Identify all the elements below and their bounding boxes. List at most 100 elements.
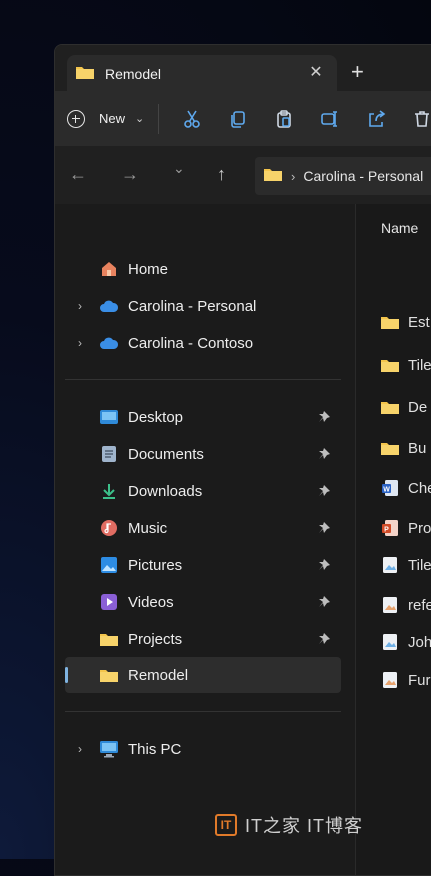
breadcrumb[interactable]: Carolina - Personal (303, 168, 423, 184)
tab-strip: Remodel ✕ + (55, 45, 431, 93)
share-icon[interactable] (363, 106, 389, 132)
sidebar-item-desktop[interactable]: Desktop (65, 399, 341, 435)
desktop-icon (99, 407, 119, 427)
watermark-text: IT之家 IT博客 (245, 816, 363, 836)
back-button[interactable]: ← (69, 164, 87, 185)
folder-icon (75, 64, 95, 85)
navigation-bar: ← → ⌄ ↑ › Carolina - Personal (55, 146, 431, 204)
sidebar-item-videos[interactable]: Videos (65, 584, 341, 620)
pin-icon[interactable] (316, 594, 332, 610)
home-icon (99, 259, 119, 279)
list-item[interactable]: Est (380, 304, 430, 340)
file-explorer-window: Remodel ✕ + New ⌄ ← → ⌄ ↑ › Carolina - P… (54, 44, 431, 876)
rename-icon[interactable] (317, 106, 343, 132)
pin-icon[interactable] (316, 483, 332, 499)
image-file-icon (380, 670, 400, 690)
new-button[interactable]: New ⌄ (67, 101, 144, 137)
sidebar-item-label: Home (128, 260, 169, 278)
image-file-icon (380, 555, 400, 575)
file-name: Pro (408, 519, 431, 537)
sidebar-item-this-pc[interactable]: › This PC (65, 731, 341, 767)
image-file-icon (380, 632, 400, 652)
new-button-label: New (99, 111, 126, 126)
folder-icon (99, 629, 119, 649)
new-tab-button[interactable]: + (351, 61, 364, 83)
sidebar-item-label: Music (128, 519, 168, 537)
powerpoint-icon: P (380, 518, 400, 538)
pin-icon[interactable] (316, 409, 332, 425)
tab-remodel[interactable]: Remodel ✕ (67, 55, 337, 93)
sidebar-item-label: Videos (128, 593, 174, 611)
forward-button[interactable]: → (121, 164, 139, 185)
sidebar-item-carolina-contoso[interactable]: › Carolina - Contoso (65, 325, 341, 361)
breadcrumb-chevron-icon: › (291, 168, 296, 184)
pin-icon[interactable] (316, 557, 332, 573)
folder-icon (263, 166, 283, 187)
folder-icon (380, 397, 400, 417)
address-bar[interactable]: › Carolina - Personal (255, 157, 431, 195)
chevron-down-icon: ⌄ (135, 113, 145, 125)
list-item[interactable]: Joh (380, 624, 431, 660)
sidebar-item-label: Documents (128, 445, 204, 463)
list-item[interactable]: Tile (380, 347, 431, 383)
videos-icon (99, 592, 119, 612)
sidebar-item-label: Desktop (128, 408, 184, 426)
pin-icon[interactable] (316, 520, 332, 536)
folder-icon (380, 312, 400, 332)
sidebar-item-label: Carolina - Personal (128, 297, 257, 315)
copy-icon[interactable] (225, 106, 251, 132)
list-item[interactable]: De (380, 389, 427, 425)
svg-text:W: W (383, 486, 390, 493)
file-name: refe (408, 596, 431, 614)
pin-icon[interactable] (316, 631, 332, 647)
delete-icon[interactable] (409, 106, 431, 132)
sidebar-item-label: This PC (128, 740, 182, 758)
chevron-right-icon[interactable]: › (78, 299, 82, 313)
documents-icon (99, 444, 119, 464)
download-icon (99, 481, 119, 501)
command-bar: New ⌄ (55, 91, 431, 146)
folder-icon (380, 355, 400, 375)
paste-icon[interactable] (271, 106, 297, 132)
plus-circle-icon (67, 109, 85, 128)
up-button[interactable]: ↑ (217, 164, 226, 185)
file-name: De (408, 398, 428, 416)
file-name: Tile (408, 356, 431, 374)
chevron-right-icon[interactable]: › (78, 742, 82, 756)
pin-icon[interactable] (316, 446, 332, 462)
list-item[interactable]: refe (380, 587, 431, 623)
folder-icon (99, 665, 119, 685)
cut-icon[interactable] (179, 106, 205, 132)
computer-icon (99, 739, 119, 759)
file-name: Est (408, 313, 430, 331)
list-item[interactable]: Tile (380, 547, 431, 583)
recent-locations-button[interactable]: ⌄ (173, 160, 185, 177)
watermark-logo-icon: IT (215, 814, 237, 836)
cloud-icon (99, 296, 119, 316)
music-icon (99, 518, 119, 538)
sidebar-item-downloads[interactable]: Downloads (65, 473, 341, 509)
sidebar-item-projects[interactable]: Projects (65, 621, 341, 657)
sidebar-item-remodel[interactable]: Remodel (65, 657, 341, 693)
sidebar-item-label: Downloads (128, 482, 203, 500)
list-item[interactable]: Bu (380, 430, 426, 466)
file-name: Bu (408, 439, 427, 457)
column-header-name[interactable]: Name (381, 220, 418, 236)
sidebar-item-home[interactable]: Home (65, 251, 341, 287)
svg-text:P: P (384, 526, 389, 533)
navigation-pane: Home › Carolina - Personal › Carolina - … (55, 204, 355, 875)
list-item[interactable]: P Pro (380, 510, 431, 546)
divider (65, 379, 341, 380)
sidebar-item-documents[interactable]: Documents (65, 436, 341, 472)
pictures-icon (99, 555, 119, 575)
sidebar-item-music[interactable]: Music (65, 510, 341, 546)
sidebar-item-label: Projects (128, 630, 183, 648)
list-item[interactable]: W Che (380, 470, 431, 506)
chevron-right-icon[interactable]: › (78, 336, 82, 350)
close-tab-icon[interactable]: ✕ (307, 64, 325, 82)
sidebar-item-pictures[interactable]: Pictures (65, 547, 341, 583)
sidebar-item-label: Carolina - Contoso (128, 334, 254, 352)
sidebar-item-carolina-personal[interactable]: › Carolina - Personal (65, 288, 341, 324)
list-item[interactable]: Fur (380, 662, 431, 698)
image-file-icon (380, 595, 400, 615)
